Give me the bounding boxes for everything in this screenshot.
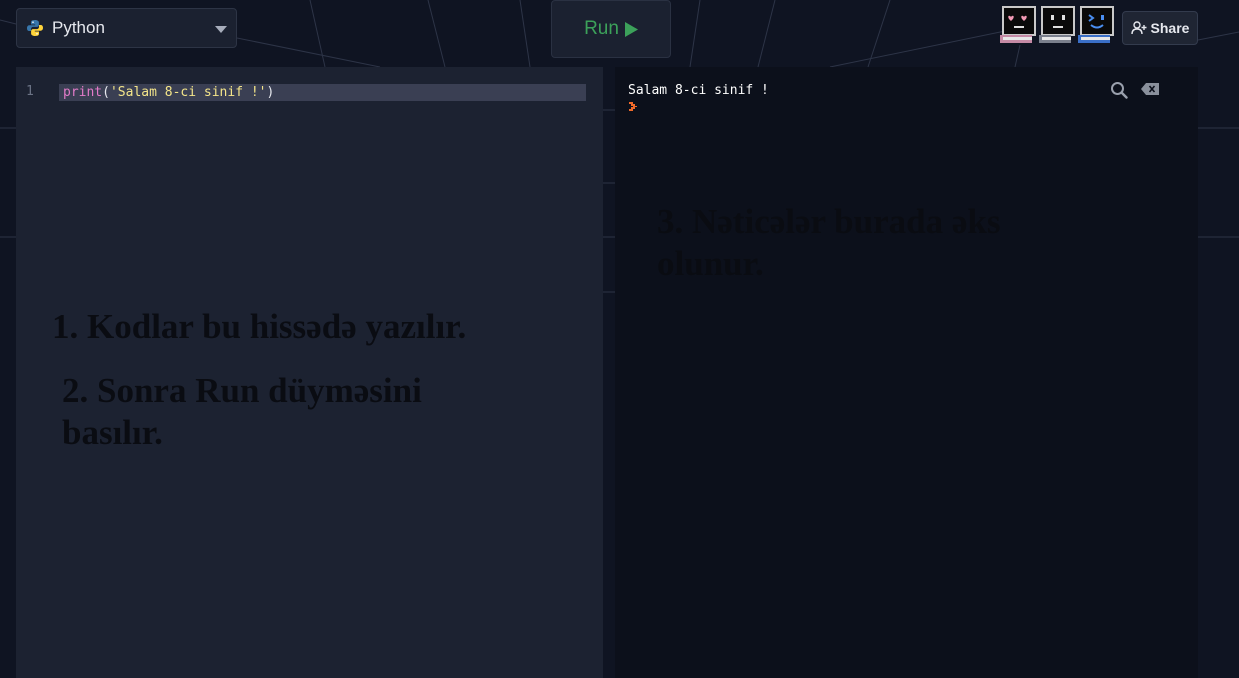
share-label: Share [1150, 20, 1190, 36]
run-label: Run [584, 18, 619, 39]
clear-icon[interactable] [1141, 83, 1159, 95]
annotation-step-3-line-1: 3. Nəticələr burada əks [657, 202, 1001, 241]
search-icon[interactable] [1110, 81, 1128, 99]
annotation-step-2-line-1: 2. Sonra Run düyməsini [62, 371, 422, 410]
code-function-token: print [63, 85, 103, 100]
code-line[interactable]: print('Salam 8-ci sinif !') [59, 84, 586, 101]
annotation-step-2-line-2: basılır. [62, 413, 163, 452]
console-output: Salam 8-ci sinif ! [628, 83, 769, 98]
code-editor[interactable]: 1 print('Salam 8-ci sinif !') 1. Kodlar … [16, 67, 603, 678]
language-select[interactable]: Python [16, 8, 237, 48]
avatar-wink-icon [1078, 6, 1114, 43]
code-paren-close: ) [266, 85, 275, 100]
python-logo-icon [27, 20, 43, 36]
avatar-heart-eyes-icon [1000, 6, 1036, 43]
prompt-chevron-icon [629, 102, 637, 111]
play-icon [624, 21, 638, 37]
code-string-token: 'Salam 8-ci sinif !' [109, 85, 267, 100]
share-button[interactable]: Share [1122, 11, 1198, 45]
collaborator-avatars [1000, 6, 1116, 46]
user-plus-icon [1130, 21, 1147, 35]
run-button[interactable]: Run [551, 0, 671, 58]
line-number: 1 [26, 84, 34, 99]
avatar-neutral-icon [1039, 6, 1075, 43]
console-panel[interactable]: Salam 8-ci sinif ! 3. Nəticələr burada ə… [615, 67, 1198, 678]
code-paren-open: ( [102, 85, 110, 100]
annotation-step-1: 1. Kodlar bu hissədə yazılır. [52, 307, 467, 346]
annotation-step-3-line-2: olunur. [657, 244, 764, 283]
chevron-down-icon [215, 26, 227, 33]
language-label: Python [52, 18, 105, 37]
